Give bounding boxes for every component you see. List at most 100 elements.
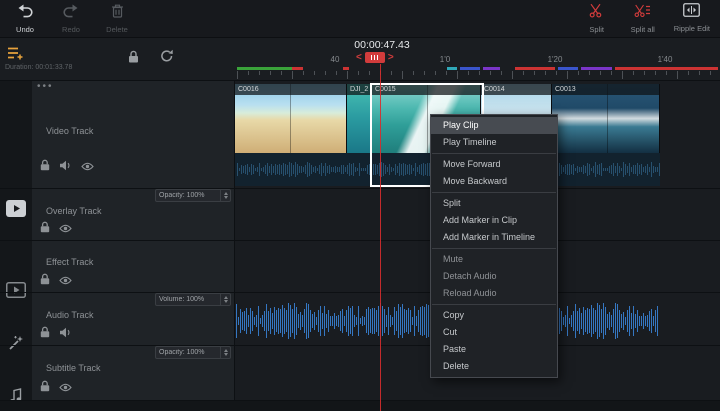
effect-track-controls (40, 274, 72, 288)
menu-item-paste[interactable]: Paste (431, 341, 557, 358)
stepper-arrows-icon[interactable] (220, 190, 230, 201)
menu-item-play-clip[interactable]: Play Clip (431, 117, 557, 134)
scissors-icon (589, 3, 604, 23)
playhead-handle[interactable] (365, 52, 385, 63)
timeline-ruler[interactable]: 40 1'0 1'20 1'40 (235, 52, 720, 80)
video-clip[interactable]: C0013 (552, 84, 660, 153)
ruler-mark: 40 (323, 55, 347, 64)
speaker-icon[interactable] (59, 325, 72, 343)
row-divider (0, 400, 720, 401)
menu-item-add-marker-in-timeline[interactable]: Add Marker in Timeline (431, 229, 557, 246)
track-options-button[interactable]: ••• (37, 81, 54, 92)
duration-label: Duration: (5, 64, 33, 71)
clip-label: C0013 (552, 84, 659, 95)
eye-icon[interactable] (59, 379, 72, 397)
subtitle-opacity-value: Opacity: 100% (156, 349, 220, 356)
menu-item-split[interactable]: Split (431, 195, 557, 212)
lock-icon[interactable] (40, 220, 50, 238)
stepper-arrows-icon[interactable] (220, 294, 230, 305)
playhead-line[interactable] (380, 64, 381, 411)
playhead-scrubber[interactable]: < > (356, 52, 394, 63)
video-clip[interactable]: DJI_2 (347, 84, 372, 153)
rotate-tool-button[interactable] (160, 49, 174, 68)
menu-item-add-marker-in-clip[interactable]: Add Marker in Clip (431, 212, 557, 229)
subtitle-opacity-control[interactable]: Opacity: 100% (155, 346, 231, 359)
menu-separator (432, 248, 556, 249)
horizontal-scrollbar-area[interactable] (0, 400, 720, 411)
scrub-left-icon[interactable]: < (356, 52, 362, 63)
split-label: Split (589, 25, 604, 34)
track-name: Audio Track (46, 310, 94, 320)
ripple-edit-label: Ripple Edit (674, 24, 710, 33)
stepper-arrows-icon[interactable] (220, 347, 230, 358)
scrub-right-icon[interactable]: > (388, 52, 394, 63)
clip-label: C0014 (481, 84, 551, 95)
split-all-icon (634, 3, 651, 23)
eye-icon[interactable] (59, 272, 72, 290)
video-track-controls (40, 160, 94, 174)
lock-icon[interactable] (40, 158, 50, 176)
clip-label: C0015 (372, 84, 480, 95)
redo-label: Redo (62, 25, 80, 34)
lock-icon[interactable] (40, 272, 50, 290)
menu-item-reload-audio[interactable]: Reload Audio (431, 285, 557, 302)
duration-display: Duration: 00:01:33.78 (5, 64, 72, 71)
add-track-button[interactable] (7, 46, 24, 66)
delete-label: Delete (106, 25, 128, 34)
video-clip[interactable]: C0016 (235, 84, 347, 153)
track-name: Video Track (46, 126, 93, 136)
video-editor-app: Undo Redo Delete Split (0, 0, 720, 411)
split-all-button[interactable]: Split all (628, 3, 658, 34)
speaker-icon[interactable] (59, 158, 72, 176)
menu-separator (432, 192, 556, 193)
menu-item-mute[interactable]: Mute (431, 251, 557, 268)
ruler-mark: 1'0 (433, 55, 457, 64)
ripple-edit-button[interactable]: Ripple Edit (674, 3, 710, 34)
lock-tool-button[interactable] (128, 50, 139, 68)
delete-button[interactable]: Delete (102, 4, 132, 34)
row-divider (0, 240, 720, 241)
menu-item-move-backward[interactable]: Move Backward (431, 173, 557, 190)
split-all-label: Split all (631, 25, 655, 34)
clip-label: C0016 (235, 84, 346, 95)
audio-track-controls (40, 327, 72, 341)
row-divider (0, 292, 720, 293)
volume-value: Volume: 100% (156, 296, 220, 303)
lock-icon[interactable] (40, 325, 50, 343)
eye-icon[interactable] (81, 158, 94, 176)
undo-button[interactable]: Undo (10, 4, 40, 34)
opacity-control[interactable]: Opacity: 100% (155, 189, 231, 202)
undo-label: Undo (16, 25, 34, 34)
audio-waveform[interactable] (545, 302, 659, 340)
context-menu: Play Clip Play Timeline Move Forward Mov… (430, 114, 558, 378)
lock-icon[interactable] (40, 379, 50, 397)
menu-item-copy[interactable]: Copy (431, 307, 557, 324)
duration-value: 00:01:33.78 (35, 64, 72, 71)
ruler-mark: 1'40 (653, 55, 677, 64)
video-track-icon (6, 200, 26, 222)
menu-item-cut[interactable]: Cut (431, 324, 557, 341)
split-button[interactable]: Split (582, 3, 612, 34)
row-divider (0, 188, 720, 189)
menu-item-delete[interactable]: Delete (431, 358, 557, 375)
ripple-edit-icon (683, 3, 700, 22)
current-time-display: 00:00:47.43 (332, 39, 432, 51)
volume-control[interactable]: Volume: 100% (155, 293, 231, 306)
redo-icon (63, 4, 79, 23)
menu-separator (432, 304, 556, 305)
row-divider (0, 80, 720, 81)
toolbar: Undo Redo Delete Split (0, 0, 720, 38)
trash-icon (111, 4, 124, 23)
toolbar-right-group: Split Split all Ripple Edit (582, 3, 710, 34)
menu-item-play-timeline[interactable]: Play Timeline (431, 134, 557, 151)
track-headers: ••• Video Track Opacity: 100% Overlay Tr… (32, 80, 235, 411)
menu-item-detach-audio[interactable]: Detach Audio (431, 268, 557, 285)
eye-icon[interactable] (59, 220, 72, 238)
opacity-value: Opacity: 100% (156, 192, 220, 199)
redo-button[interactable]: Redo (56, 4, 86, 34)
track-name: Effect Track (46, 257, 93, 267)
row-divider (0, 345, 720, 346)
menu-separator (432, 153, 556, 154)
overlay-track-controls (40, 222, 72, 236)
menu-item-move-forward[interactable]: Move Forward (431, 156, 557, 173)
